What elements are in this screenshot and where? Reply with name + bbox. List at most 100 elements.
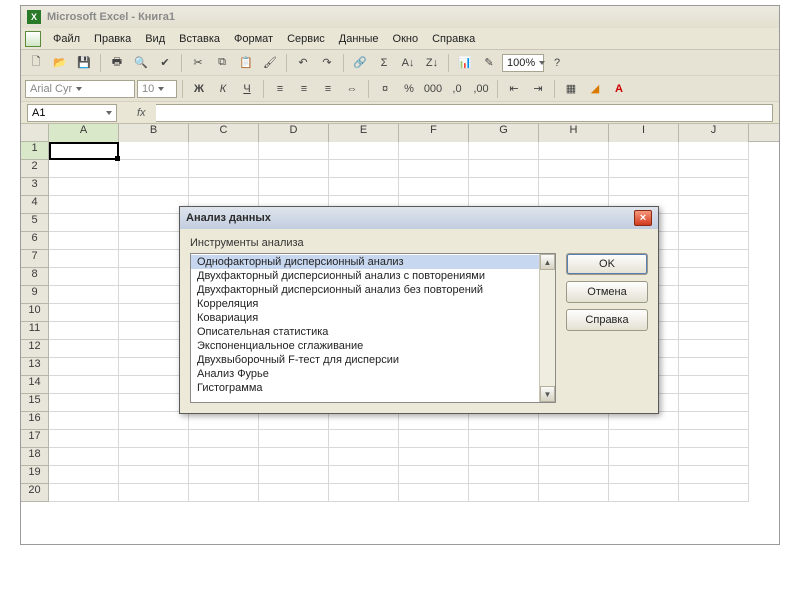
cell[interactable] bbox=[189, 484, 259, 502]
cell[interactable] bbox=[679, 178, 749, 196]
cell[interactable] bbox=[49, 322, 119, 340]
column-header[interactable]: D bbox=[259, 124, 329, 142]
menu-edit[interactable]: Правка bbox=[88, 31, 137, 47]
row-header[interactable]: 14 bbox=[21, 376, 49, 394]
cell[interactable] bbox=[679, 268, 749, 286]
cell[interactable] bbox=[329, 430, 399, 448]
cell[interactable] bbox=[399, 412, 469, 430]
menu-file[interactable]: Файл bbox=[47, 31, 86, 47]
cell[interactable] bbox=[469, 466, 539, 484]
row-header[interactable]: 15 bbox=[21, 394, 49, 412]
list-item[interactable]: Однофакторный дисперсионный анализ bbox=[191, 255, 539, 269]
align-center-icon[interactable]: ≡ bbox=[293, 79, 315, 99]
row-header[interactable]: 4 bbox=[21, 196, 49, 214]
cell[interactable] bbox=[679, 376, 749, 394]
cell[interactable] bbox=[679, 340, 749, 358]
column-header[interactable]: H bbox=[539, 124, 609, 142]
row-header[interactable]: 5 bbox=[21, 214, 49, 232]
cell[interactable] bbox=[49, 160, 119, 178]
increase-decimal-icon[interactable]: ,0 bbox=[446, 79, 468, 99]
borders-icon[interactable]: ▦ bbox=[560, 79, 582, 99]
scroll-down-icon[interactable]: ▼ bbox=[540, 386, 555, 402]
merge-center-icon[interactable]: ⇔ bbox=[341, 79, 363, 99]
cell[interactable] bbox=[49, 286, 119, 304]
menu-help[interactable]: Справка bbox=[426, 31, 481, 47]
row-header[interactable]: 11 bbox=[21, 322, 49, 340]
column-header[interactable]: J bbox=[679, 124, 749, 142]
cell[interactable] bbox=[399, 142, 469, 160]
cell[interactable] bbox=[679, 196, 749, 214]
cell[interactable] bbox=[539, 484, 609, 502]
scroll-track[interactable] bbox=[540, 270, 555, 386]
select-all-corner[interactable] bbox=[21, 124, 49, 142]
increase-indent-icon[interactable]: ⇥ bbox=[527, 79, 549, 99]
row-header[interactable]: 1 bbox=[21, 142, 49, 160]
cell[interactable] bbox=[189, 448, 259, 466]
open-icon[interactable]: 📂 bbox=[49, 53, 71, 73]
cell[interactable] bbox=[189, 178, 259, 196]
cell[interactable] bbox=[469, 142, 539, 160]
list-item[interactable]: Ковариация bbox=[191, 311, 539, 325]
undo-icon[interactable]: ↶ bbox=[292, 53, 314, 73]
copy-icon[interactable]: ⧉ bbox=[211, 53, 233, 73]
cell[interactable] bbox=[679, 250, 749, 268]
decrease-indent-icon[interactable]: ⇤ bbox=[503, 79, 525, 99]
fx-label[interactable]: fx bbox=[137, 107, 146, 119]
formula-input[interactable] bbox=[156, 104, 773, 122]
cell[interactable] bbox=[469, 160, 539, 178]
bold-button[interactable]: Ж bbox=[188, 79, 210, 99]
cell[interactable] bbox=[259, 178, 329, 196]
cut-icon[interactable]: ✂ bbox=[187, 53, 209, 73]
cell[interactable] bbox=[469, 448, 539, 466]
scrollbar[interactable]: ▲ ▼ bbox=[539, 254, 555, 402]
cell[interactable] bbox=[329, 160, 399, 178]
align-right-icon[interactable]: ≡ bbox=[317, 79, 339, 99]
cell[interactable] bbox=[609, 430, 679, 448]
cell[interactable] bbox=[539, 160, 609, 178]
cell[interactable] bbox=[259, 160, 329, 178]
row-header[interactable]: 3 bbox=[21, 178, 49, 196]
comma-icon[interactable]: 000 bbox=[422, 79, 444, 99]
cell[interactable] bbox=[329, 448, 399, 466]
cell[interactable] bbox=[679, 448, 749, 466]
save-icon[interactable]: 💾 bbox=[73, 53, 95, 73]
print-icon[interactable]: 🖶 bbox=[106, 53, 128, 73]
cell[interactable] bbox=[119, 142, 189, 160]
cell[interactable] bbox=[539, 178, 609, 196]
list-item[interactable]: Анализ Фурье bbox=[191, 367, 539, 381]
cell[interactable] bbox=[469, 178, 539, 196]
print-preview-icon[interactable]: 🔍 bbox=[130, 53, 152, 73]
row-header[interactable]: 6 bbox=[21, 232, 49, 250]
cell[interactable] bbox=[329, 178, 399, 196]
cell[interactable] bbox=[49, 196, 119, 214]
drawing-icon[interactable]: ✎ bbox=[478, 53, 500, 73]
format-painter-icon[interactable]: 🖌 bbox=[259, 53, 281, 73]
cell[interactable] bbox=[539, 430, 609, 448]
cell[interactable] bbox=[259, 448, 329, 466]
row-header[interactable]: 9 bbox=[21, 286, 49, 304]
cell[interactable] bbox=[329, 484, 399, 502]
column-header[interactable]: G bbox=[469, 124, 539, 142]
cell[interactable] bbox=[679, 160, 749, 178]
cell[interactable] bbox=[679, 322, 749, 340]
cell[interactable] bbox=[609, 142, 679, 160]
cell[interactable] bbox=[679, 358, 749, 376]
spellcheck-icon[interactable]: ✔ bbox=[154, 53, 176, 73]
menu-format[interactable]: Формат bbox=[228, 31, 279, 47]
cell[interactable] bbox=[49, 430, 119, 448]
cell[interactable] bbox=[399, 466, 469, 484]
cell[interactable] bbox=[49, 484, 119, 502]
cancel-button[interactable]: Отмена bbox=[566, 281, 648, 303]
cell[interactable] bbox=[399, 178, 469, 196]
cell[interactable] bbox=[259, 466, 329, 484]
ok-button[interactable]: OK bbox=[566, 253, 648, 275]
cell[interactable] bbox=[49, 232, 119, 250]
cell[interactable] bbox=[679, 394, 749, 412]
cell[interactable] bbox=[119, 160, 189, 178]
cell[interactable] bbox=[49, 448, 119, 466]
cell[interactable] bbox=[49, 142, 119, 160]
list-item[interactable]: Двухвыборочный F-тест для дисперсии bbox=[191, 353, 539, 367]
cell[interactable] bbox=[539, 448, 609, 466]
row-header[interactable]: 16 bbox=[21, 412, 49, 430]
menu-tools[interactable]: Сервис bbox=[281, 31, 331, 47]
